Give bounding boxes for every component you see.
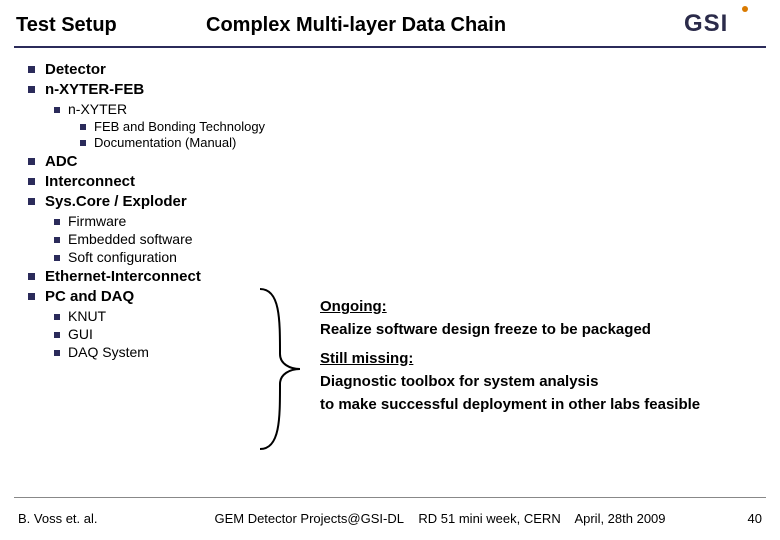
callout-text: Realize software design freeze to be pac… xyxy=(320,320,760,340)
footer-event: RD 51 mini week, CERN xyxy=(418,511,560,526)
outline-subsubitem: Documentation (Manual) xyxy=(80,135,780,150)
outline-item: Ethernet-Interconnect xyxy=(28,268,780,285)
slide-footer: B. Voss et. al. GEM Detector Projects@GS… xyxy=(0,511,780,526)
outline-subitem: Firmware xyxy=(54,213,780,229)
footer-center: GEM Detector Projects@GSI-DL RD 51 mini … xyxy=(158,511,722,526)
status-callout: Ongoing: Realize software design freeze … xyxy=(320,294,760,418)
outline-item: Sys.Core / Exploder xyxy=(28,193,780,210)
callout-heading: Ongoing: xyxy=(320,297,760,317)
callout-heading: Still missing: xyxy=(320,349,760,369)
footer-divider xyxy=(14,497,766,498)
logo-dot-icon xyxy=(742,6,748,12)
footer-project: GEM Detector Projects@GSI-DL xyxy=(214,511,403,526)
header-divider xyxy=(14,46,766,48)
callout-text: to make successful deployment in other l… xyxy=(320,395,760,415)
gsi-logo: GSI xyxy=(684,10,764,40)
slide-body: Detector n-XYTER-FEB n-XYTER FEB and Bon… xyxy=(0,50,780,360)
outline-item: n-XYTER-FEB xyxy=(28,81,780,98)
footer-date: April, 28th 2009 xyxy=(574,511,665,526)
outline-item: Interconnect xyxy=(28,173,780,190)
outline-item: Detector xyxy=(28,61,780,78)
outline-item: ADC xyxy=(28,153,780,170)
logo-text: GSI xyxy=(684,10,728,37)
outline-subitem: Embedded software xyxy=(54,231,780,247)
outline-subitem: Soft configuration xyxy=(54,249,780,265)
slide-title: Complex Multi-layer Data Chain xyxy=(196,14,684,37)
section-label: Test Setup xyxy=(16,14,196,37)
outline-subsubitem: FEB and Bonding Technology xyxy=(80,119,780,134)
footer-page-number: 40 xyxy=(722,511,762,526)
callout-text: Diagnostic toolbox for system analysis xyxy=(320,372,760,392)
slide-header: Test Setup Complex Multi-layer Data Chai… xyxy=(0,0,780,46)
outline-subitem: n-XYTER xyxy=(54,101,780,117)
footer-author: B. Voss et. al. xyxy=(18,511,158,526)
